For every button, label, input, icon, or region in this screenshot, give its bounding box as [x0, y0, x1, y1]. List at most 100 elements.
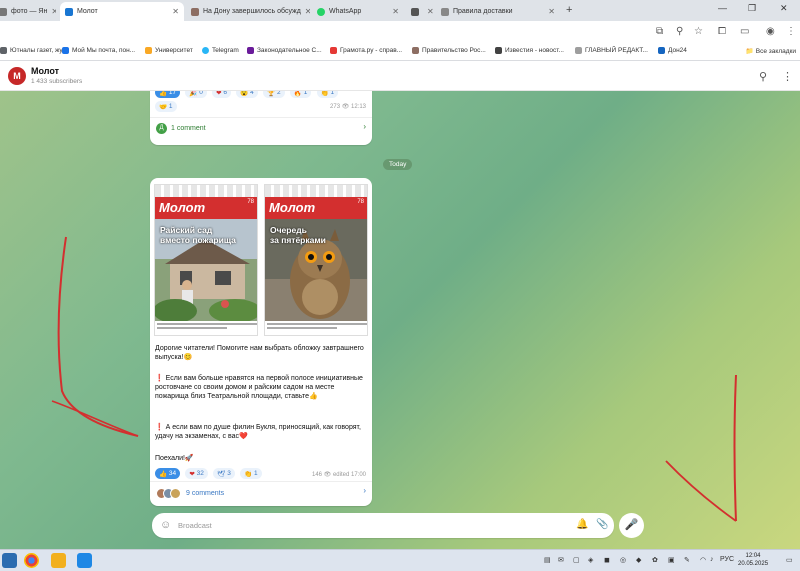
clock-time: 12:04 [745, 553, 761, 559]
system-clock[interactable]: 12:04 20.05.2025 [738, 552, 768, 568]
bookmark-item[interactable]: ГЛАВНЫЙ РЕДАКТ... [575, 47, 648, 54]
reaction-chip[interactable]: ❤ 32 [185, 468, 208, 479]
bell-icon[interactable]: 🔔 [576, 519, 588, 530]
volume-icon[interactable]: ♪ [710, 556, 714, 563]
menu-dots-icon[interactable]: ⋮ [786, 26, 796, 37]
bookmark-label: Грамота.ру - справ... [340, 47, 403, 54]
emoji-icon[interactable]: ☺ [160, 519, 171, 531]
close-icon[interactable]: ✕ [47, 7, 56, 16]
tray-icon[interactable]: ◆ [636, 556, 641, 564]
reactions-row: 👍 34 ❤ 32 🕊 3 👏 1 [155, 468, 265, 479]
tray-icon[interactable]: ◈ [588, 556, 593, 564]
minimize-icon[interactable]: — [718, 3, 727, 13]
bookmark-icon [62, 47, 69, 54]
bookmark-item[interactable]: Дон24 [658, 47, 687, 54]
bookmarks-bar: Ютналы газет, жу... Мой Мы почта, пон...… [0, 43, 800, 61]
search-icon[interactable]: ⚲ [759, 70, 767, 83]
bookmark-label: ГЛАВНЫЙ РЕДАКТ... [585, 47, 648, 54]
reaction-chip[interactable]: 🎉 0 [185, 91, 207, 98]
bookmark-item[interactable]: Мой Мы почта, пон... [62, 47, 135, 54]
bookmark-item[interactable]: Грамота.ру - справ... [330, 47, 402, 54]
tray-icon[interactable]: ◼ [604, 556, 610, 564]
more-options-icon[interactable]: ⋮ [782, 70, 793, 83]
notification-icon[interactable]: ▭ [786, 556, 793, 564]
reaction-chip[interactable]: 🤝 1 [155, 101, 177, 112]
chevron-right-icon: › [363, 486, 366, 495]
app-icon[interactable] [77, 553, 92, 568]
reaction-chip[interactable]: 👏 1 [240, 468, 262, 479]
close-icon[interactable]: ✕ [301, 7, 310, 16]
browser-tab-active[interactable]: Молот ✕ [60, 2, 184, 21]
browser-tab[interactable]: WhatsApp ✕ [312, 2, 404, 21]
bookmark-item[interactable]: Университет [145, 47, 193, 54]
wifi-icon[interactable]: ◠ [700, 556, 706, 564]
widgets-icon[interactable] [2, 553, 17, 568]
reaction-chip[interactable]: 🔥 1 [289, 91, 312, 98]
reaction-chip[interactable]: 🏆 2 [263, 91, 285, 98]
bookmark-item[interactable]: Известия - новост... [495, 47, 564, 54]
red-arrow-annotation [665, 374, 737, 522]
message-composer[interactable]: ☺ Broadcast 🔔 📎 [152, 513, 614, 538]
comments-link[interactable]: Д 1 comment [156, 123, 206, 134]
microphone-icon: 🎤 [624, 519, 639, 531]
reaction-chip[interactable]: ❤ 6 [212, 91, 232, 98]
reaction-chip[interactable]: 👍 17 [155, 91, 181, 98]
cast-icon[interactable]: ▭ [740, 26, 749, 37]
reaction-emoji: 👏 [244, 470, 253, 478]
file-explorer-icon[interactable] [51, 553, 66, 568]
comments-link[interactable]: 9 comments [156, 488, 224, 499]
language-indicator[interactable]: РУС [720, 556, 734, 563]
bookmark-icon [330, 47, 337, 54]
browser-tab[interactable]: ✕ [406, 2, 434, 21]
reaction-chip[interactable]: 😮 4 [236, 91, 258, 98]
new-tab-button[interactable]: + [566, 4, 572, 16]
tab-favicon [0, 7, 7, 16]
reaction-chip[interactable]: 👏 1 [316, 91, 339, 98]
bookmark-item[interactable]: Telegram [202, 47, 239, 54]
bookmark-star-icon[interactable]: ☆ [694, 26, 703, 37]
bookmark-item[interactable]: Правительство Рос... [412, 47, 486, 54]
clock-date: 20.05.2025 [738, 561, 769, 567]
close-window-icon[interactable]: ✕ [780, 3, 788, 14]
exclamation-icon: ❗ [155, 375, 164, 382]
browser-tab[interactable]: фото — Ян ✕ [0, 2, 56, 21]
close-icon[interactable]: ✕ [168, 7, 179, 16]
tray-icon[interactable]: ✉ [558, 556, 564, 564]
install-app-icon[interactable]: ⧉ [656, 26, 663, 37]
attach-icon[interactable]: 📎 [596, 519, 608, 530]
microphone-button[interactable]: 🎤 [619, 513, 644, 538]
reaction-chip[interactable]: 🕊 3 [213, 468, 235, 479]
tab-favicon [65, 7, 73, 16]
close-icon[interactable]: ✕ [544, 7, 555, 16]
chrome-icon[interactable] [24, 553, 39, 568]
channel-name[interactable]: Молот [31, 66, 59, 76]
reaction-count: 1 [253, 470, 258, 477]
bookmark-item[interactable]: Законодательное С... [247, 47, 322, 54]
close-icon[interactable]: ✕ [423, 7, 434, 16]
newspaper-cover-image[interactable]: Молот 78 Райский сад вместо пожарища [154, 184, 258, 336]
reaction-chip[interactable]: 👍 34 [155, 468, 181, 479]
channel-avatar[interactable]: М [8, 67, 26, 85]
extensions-icon[interactable]: ⧠ [718, 26, 726, 37]
zoom-icon[interactable]: ⚲ [676, 26, 683, 37]
tray-icon[interactable]: ▢ [573, 556, 580, 564]
tray-icon[interactable]: ▤ [544, 556, 551, 564]
tray-icon[interactable]: ◎ [620, 556, 626, 564]
all-bookmarks-label: Все закладки [755, 48, 796, 55]
tray-icon[interactable]: ✎ [684, 556, 690, 564]
bookmark-item[interactable]: Ютналы газет, жу... [0, 47, 67, 54]
cover-issue-number: 78 [357, 199, 364, 205]
close-icon[interactable]: ✕ [388, 7, 399, 16]
post-meta: 146 👁 edited 17:00 [312, 472, 366, 478]
newspaper-cover-image[interactable]: Молот 78 Очередь за пятёрками [264, 184, 368, 336]
profile-icon[interactable]: ◉ [766, 26, 775, 37]
all-bookmarks-button[interactable]: 📁 Все закладки [746, 47, 796, 55]
reaction-count: 6 [223, 91, 228, 96]
browser-tab[interactable]: На Дону завершилось обсужд ✕ [186, 2, 310, 21]
maximize-icon[interactable]: ❐ [748, 3, 756, 14]
bookmark-label: Правительство Рос... [422, 47, 486, 54]
tray-icon[interactable]: ▣ [668, 556, 675, 564]
browser-tab[interactable]: Правила доставки ✕ [436, 2, 560, 21]
bookmark-icon [658, 47, 665, 54]
tray-icon[interactable]: ✿ [652, 556, 658, 564]
